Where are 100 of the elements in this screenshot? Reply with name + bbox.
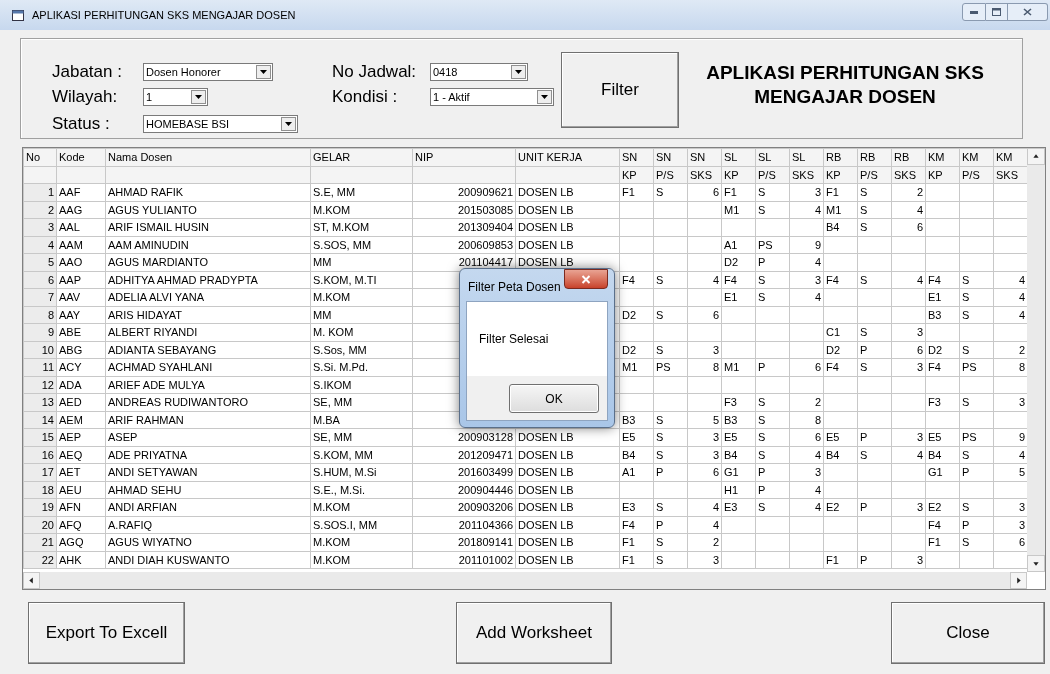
table-cell: AAM bbox=[56, 236, 106, 254]
table-cell: AEQ bbox=[56, 446, 106, 464]
table-cell: F4 bbox=[925, 358, 960, 376]
table-cell: 3 bbox=[687, 341, 722, 359]
column-header[interactable]: UNIT KERJA bbox=[515, 148, 620, 166]
table-cell: D2 bbox=[823, 341, 858, 359]
horizontal-scrollbar[interactable] bbox=[23, 572, 1027, 589]
column-header[interactable]: SL bbox=[721, 148, 756, 166]
table-cell: ACHMAD SYAHLANI bbox=[105, 358, 311, 376]
table-cell: P bbox=[857, 551, 892, 569]
table-cell: 4 bbox=[789, 498, 824, 516]
scroll-right-icon[interactable] bbox=[1010, 572, 1027, 589]
column-header[interactable]: SL bbox=[755, 148, 790, 166]
table-cell: P bbox=[653, 516, 688, 534]
table-cell: AGQ bbox=[56, 533, 106, 551]
ok-button[interactable]: OK bbox=[509, 384, 599, 413]
table-cell: P bbox=[755, 358, 790, 376]
table-cell: F4 bbox=[823, 358, 858, 376]
table-cell: 9 bbox=[789, 236, 824, 254]
table-cell: 6 bbox=[687, 463, 722, 481]
minimize-button[interactable] bbox=[962, 3, 986, 21]
table-cell: E2 bbox=[925, 498, 960, 516]
column-header[interactable]: SN bbox=[687, 148, 722, 166]
table-cell: M.KOM bbox=[310, 533, 413, 551]
table-cell: S.Sos, MM bbox=[310, 341, 413, 359]
close-button[interactable]: Close bbox=[891, 602, 1045, 664]
column-header[interactable]: RB bbox=[823, 148, 858, 166]
table-cell: B4 bbox=[721, 446, 756, 464]
table-cell: S bbox=[959, 533, 994, 551]
add-worksheet-button[interactable]: Add Worksheet bbox=[456, 602, 612, 664]
status-dropdown[interactable]: HOMEBASE BSI bbox=[143, 115, 298, 133]
table-cell: AGUS YULIANTO bbox=[105, 201, 311, 219]
table-cell: ADHITYA AHMAD PRADYPTA bbox=[105, 271, 311, 289]
column-header[interactable]: GELAR bbox=[310, 148, 413, 166]
table-cell: S bbox=[755, 498, 790, 516]
table-cell: M.KOM bbox=[310, 201, 413, 219]
table-cell: AED bbox=[56, 393, 106, 411]
maximize-icon bbox=[992, 8, 1001, 16]
column-header[interactable]: Nama Dosen bbox=[105, 148, 311, 166]
dialog-title: Filter Peta Dosen bbox=[468, 279, 561, 296]
table-cell: 3 bbox=[891, 323, 926, 341]
no-jadwal-dropdown[interactable]: 0418 bbox=[430, 63, 528, 81]
jabatan-dropdown[interactable]: Dosen Honorer bbox=[143, 63, 273, 81]
table-cell: S bbox=[857, 358, 892, 376]
column-header[interactable]: No bbox=[23, 148, 57, 166]
status-label: Status : bbox=[52, 113, 111, 136]
column-header[interactable]: NIP bbox=[412, 148, 516, 166]
table-cell: DOSEN LB bbox=[515, 551, 620, 569]
table-cell: S bbox=[959, 271, 994, 289]
table-cell: AAF bbox=[56, 183, 106, 201]
filter-button[interactable]: Filter bbox=[561, 52, 679, 128]
table-cell: AGUS WIYATNO bbox=[105, 533, 311, 551]
table-cell: B4 bbox=[925, 446, 960, 464]
table-cell: AFN bbox=[56, 498, 106, 516]
column-header[interactable]: RB bbox=[891, 148, 926, 166]
table-cell: S bbox=[653, 428, 688, 446]
table-cell: AAL bbox=[56, 218, 106, 236]
column-header[interactable]: Kode bbox=[56, 148, 106, 166]
table-cell: MM bbox=[310, 253, 413, 271]
maximize-button[interactable] bbox=[986, 3, 1008, 21]
table-cell: S bbox=[959, 341, 994, 359]
table-cell: F1 bbox=[619, 533, 654, 551]
scroll-up-icon[interactable] bbox=[1027, 148, 1045, 165]
table-cell: E5 bbox=[925, 428, 960, 446]
close-button[interactable] bbox=[1008, 3, 1048, 21]
table-cell: ADIANTA SEBAYANG bbox=[105, 341, 311, 359]
export-button[interactable]: Export To Excell bbox=[28, 602, 185, 664]
wilayah-dropdown[interactable]: 1 bbox=[143, 88, 208, 106]
column-header[interactable]: KM bbox=[959, 148, 994, 166]
table-cell: P bbox=[959, 463, 994, 481]
table-cell: AET bbox=[56, 463, 106, 481]
table-cell: S bbox=[653, 341, 688, 359]
table-cell: S bbox=[653, 533, 688, 551]
kondisi-dropdown[interactable]: 1 - Aktif bbox=[430, 88, 554, 106]
table-cell: 201809141 bbox=[412, 533, 516, 551]
scroll-down-icon[interactable] bbox=[1027, 555, 1045, 572]
column-header[interactable]: RB bbox=[857, 148, 892, 166]
table-cell: DOSEN LB bbox=[515, 516, 620, 534]
table-cell: P bbox=[959, 516, 994, 534]
column-header[interactable]: KM bbox=[993, 148, 1027, 166]
table-cell: S.HUM, M.Si bbox=[310, 463, 413, 481]
table-cell: AGUS MARDIANTO bbox=[105, 253, 311, 271]
table-cell: 3 bbox=[891, 358, 926, 376]
table-cell: 3 bbox=[789, 183, 824, 201]
table-cell: 201104366 bbox=[412, 516, 516, 534]
dialog-close-button[interactable] bbox=[564, 269, 608, 289]
table-cell: M1 bbox=[721, 201, 756, 219]
vertical-scrollbar[interactable] bbox=[1027, 148, 1045, 572]
column-header[interactable]: SN bbox=[619, 148, 654, 166]
column-header[interactable]: SN bbox=[653, 148, 688, 166]
table-cell: 4 bbox=[789, 481, 824, 499]
table-cell: DOSEN LB bbox=[515, 218, 620, 236]
app-heading: APLIKASI PERHITUNGAN SKS MENGAJAR DOSEN bbox=[705, 61, 985, 109]
column-header[interactable]: SL bbox=[789, 148, 824, 166]
table-cell: S bbox=[653, 498, 688, 516]
column-header[interactable]: KM bbox=[925, 148, 960, 166]
table-cell: 4 bbox=[789, 201, 824, 219]
table-cell: DOSEN LB bbox=[515, 201, 620, 219]
scroll-left-icon[interactable] bbox=[23, 572, 40, 589]
table-cell: 3 bbox=[789, 271, 824, 289]
